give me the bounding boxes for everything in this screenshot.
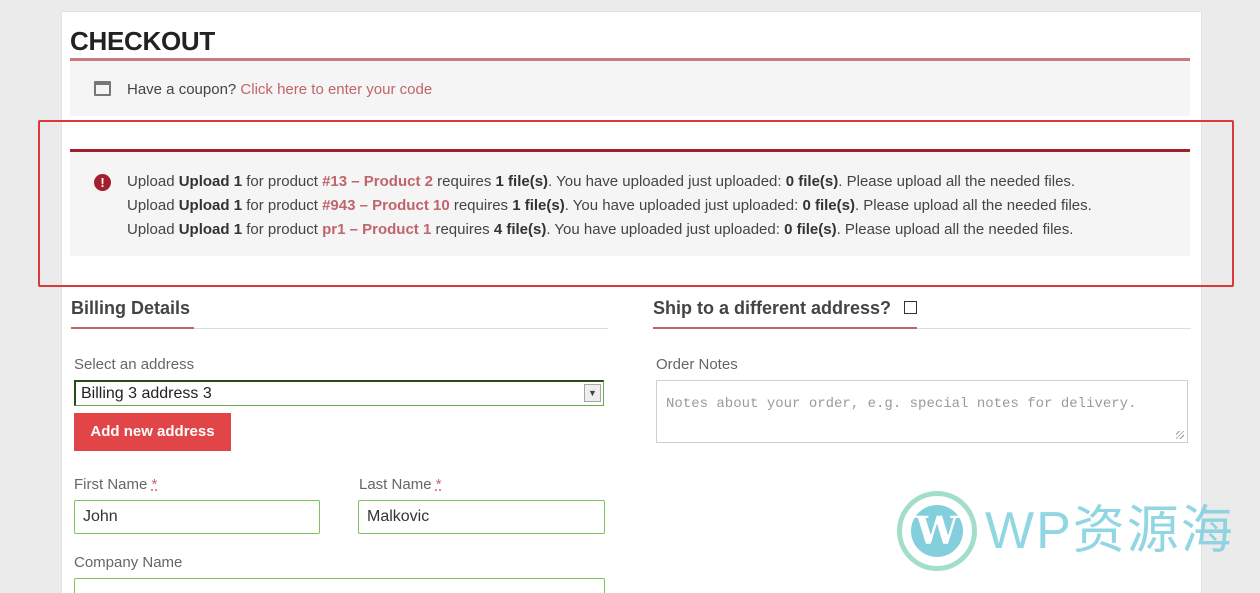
wordpress-logo-icon: W bbox=[897, 491, 977, 571]
ship-different-heading: Ship to a different address? bbox=[653, 298, 892, 318]
product-link[interactable]: #13 – Product 2 bbox=[322, 173, 433, 190]
company-name-label: Company Name bbox=[74, 554, 183, 571]
address-select-value: Billing 3 address 3 bbox=[81, 385, 212, 402]
calendar-icon bbox=[94, 81, 111, 96]
error-icon: ! bbox=[94, 174, 111, 191]
add-new-address-button[interactable]: Add new address bbox=[74, 413, 231, 451]
address-select[interactable]: Billing 3 address 3 ▼ bbox=[74, 380, 604, 406]
ship-different-checkbox[interactable] bbox=[904, 301, 917, 314]
order-notes-label: Order Notes bbox=[656, 356, 738, 373]
coupon-notice: Have a coupon? Click here to enter your … bbox=[70, 61, 1190, 116]
watermark: W WP资源海 bbox=[897, 491, 1247, 571]
error-item: Upload Upload 1 for product #943 – Produ… bbox=[127, 197, 1092, 214]
last-name-label: Last Name * bbox=[359, 476, 442, 493]
company-name-field[interactable] bbox=[74, 578, 605, 593]
error-notice: ! Upload Upload 1 for product #13 – Prod… bbox=[70, 149, 1190, 256]
coupon-link[interactable]: Click here to enter your code bbox=[240, 81, 432, 98]
watermark-text: WP资源海 bbox=[985, 502, 1235, 560]
first-name-field[interactable]: John bbox=[74, 500, 320, 534]
coupon-prompt: Have a coupon? bbox=[127, 81, 237, 98]
shipping-underline bbox=[653, 327, 917, 329]
select-address-label: Select an address bbox=[74, 356, 195, 373]
error-item: Upload Upload 1 for product #13 – Produc… bbox=[127, 173, 1076, 190]
product-link[interactable]: #943 – Product 10 bbox=[322, 197, 450, 214]
required-mark: * bbox=[435, 476, 442, 493]
error-list: Upload Upload 1 for product #13 – Produc… bbox=[127, 173, 1092, 245]
product-link[interactable]: pr1 – Product 1 bbox=[322, 221, 431, 238]
order-notes-placeholder: Notes about your order, e.g. special not… bbox=[666, 396, 1137, 412]
page-title: CHECKOUT bbox=[70, 26, 215, 56]
billing-heading: Billing Details bbox=[71, 298, 191, 318]
error-item: Upload Upload 1 for product pr1 – Produc… bbox=[127, 221, 1074, 238]
last-name-field[interactable]: Malkovic bbox=[358, 500, 605, 534]
first-name-label: First Name * bbox=[74, 476, 158, 493]
logo-letter: W bbox=[911, 505, 963, 557]
resize-grip-icon[interactable] bbox=[1176, 431, 1184, 439]
coupon-text: Have a coupon? Click here to enter your … bbox=[127, 81, 432, 98]
billing-underline bbox=[71, 327, 194, 329]
order-notes-textarea[interactable]: Notes about your order, e.g. special not… bbox=[656, 380, 1188, 443]
chevron-down-icon[interactable]: ▼ bbox=[584, 384, 601, 402]
required-mark: * bbox=[151, 476, 158, 493]
